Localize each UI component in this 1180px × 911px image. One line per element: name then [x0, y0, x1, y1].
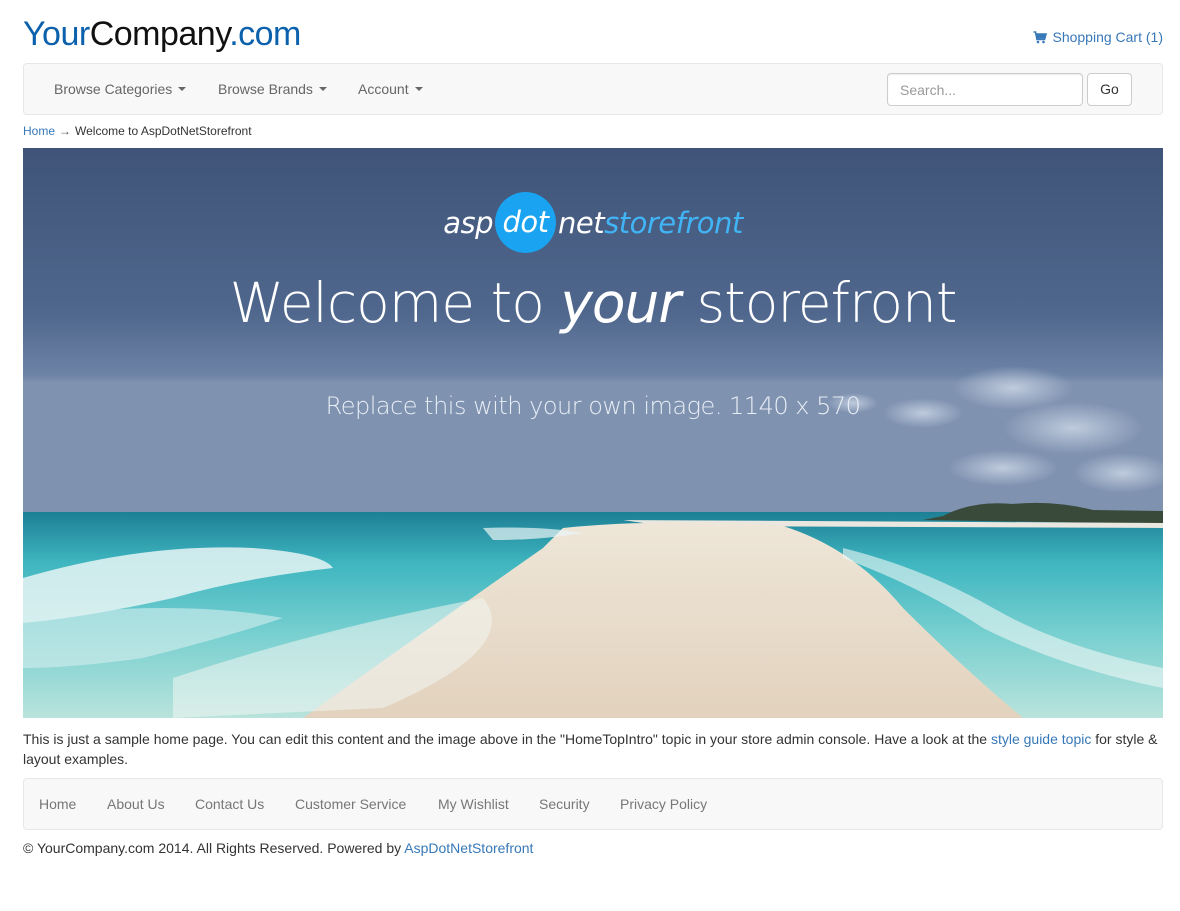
intro-text: This is just a sample home page. You can… — [23, 731, 991, 747]
site-logo[interactable]: YourCompany.com — [23, 14, 301, 54]
breadcrumb-current: Welcome to AspDotNetStorefront — [75, 124, 252, 138]
search-go-button[interactable]: Go — [1087, 73, 1132, 106]
intro-paragraph: This is just a sample home page. You can… — [23, 729, 1163, 769]
logo-word-asp: asp — [443, 205, 494, 240]
breadcrumb-home-link[interactable]: Home — [23, 123, 55, 139]
nav-item-label: Account — [358, 81, 409, 97]
footer-navbar: Home About Us Contact Us Customer Servic… — [23, 778, 1163, 830]
style-guide-link[interactable]: style guide topic — [991, 731, 1091, 747]
logo-word-dot: dot — [495, 192, 557, 253]
footer-link-privacy-policy[interactable]: Privacy Policy — [620, 779, 707, 829]
footer-link-home[interactable]: Home — [39, 779, 76, 829]
powered-by-link[interactable]: AspDotNetStorefront — [404, 840, 533, 856]
logo-part-company: Company — [89, 15, 230, 53]
footer-link-security[interactable]: Security — [539, 779, 590, 829]
storefront-logo: asp dot net storefront — [23, 192, 1163, 254]
logo-part-your: Your — [23, 15, 90, 53]
shopping-cart-link[interactable]: Shopping Cart (1) — [1033, 29, 1163, 45]
shopping-cart-icon — [1033, 30, 1048, 44]
footer-link-about-us[interactable]: About Us — [107, 779, 165, 829]
caret-down-icon — [414, 87, 423, 91]
breadcrumb-separator: → — [59, 124, 72, 138]
nav-browse-categories[interactable]: Browse Categories — [54, 64, 187, 114]
hero-title-before: Welcome to — [229, 271, 561, 335]
hero-title-emphasis: your — [560, 271, 681, 335]
hero-subtitle: Replace this with your own image. 1140 x… — [325, 392, 861, 420]
breadcrumb: Home → Welcome to AspDotNetStorefront — [23, 123, 252, 139]
nav-item-label: Browse Categories — [54, 81, 173, 97]
hero-title: Welcome to your storefront — [23, 270, 1163, 336]
shopping-cart-label: Shopping Cart (1) — [1052, 29, 1163, 45]
footer-link-my-wishlist[interactable]: My Wishlist — [438, 779, 509, 829]
hero-title-after: storefront — [680, 271, 957, 335]
main-navbar: Browse Categories Browse Brands Account … — [23, 63, 1163, 115]
caret-down-icon — [178, 87, 187, 91]
copyright-notice: © YourCompany.com 2014. All Rights Reser… — [23, 838, 533, 858]
logo-word-net: net — [558, 205, 605, 240]
logo-word-storefront: storefront — [604, 205, 743, 240]
footer-link-customer-service[interactable]: Customer Service — [295, 779, 406, 829]
copyright-text: © YourCompany.com 2014. All Rights Reser… — [23, 840, 405, 856]
nav-item-label: Browse Brands — [218, 81, 313, 97]
hero-banner[interactable]: asp dot net storefront Welcome to your stor… — [23, 148, 1163, 718]
logo-part-com: .com — [229, 15, 301, 53]
caret-down-icon — [318, 87, 327, 91]
nav-account[interactable]: Account — [358, 64, 423, 114]
footer-link-contact-us[interactable]: Contact Us — [195, 779, 264, 829]
search-input[interactable] — [887, 73, 1083, 106]
nav-browse-brands[interactable]: Browse Brands — [218, 64, 327, 114]
